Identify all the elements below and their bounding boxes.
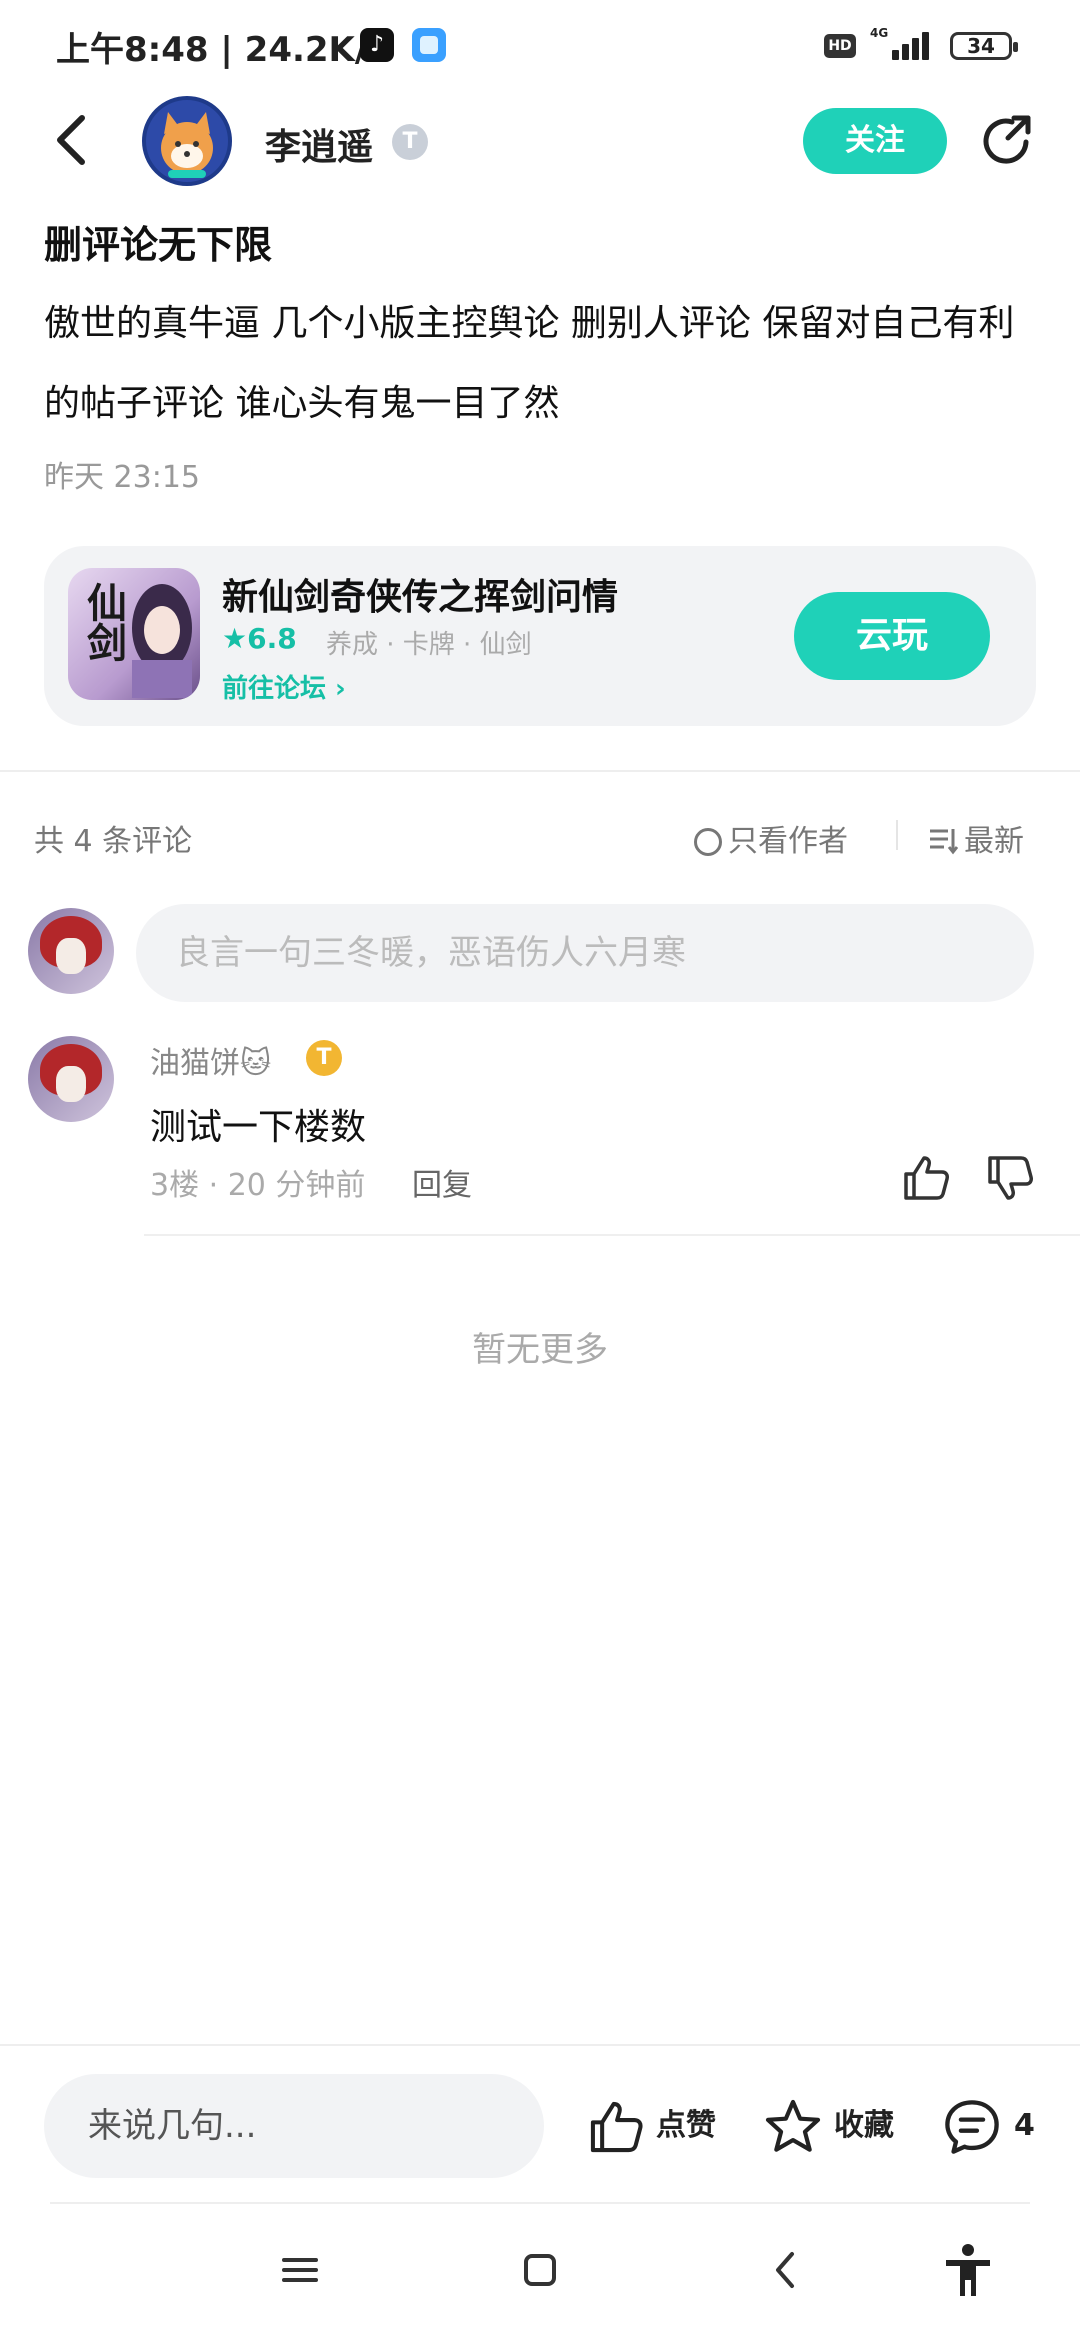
author-avatar[interactable] — [142, 96, 232, 186]
accessibility-icon — [946, 2244, 990, 2296]
star-icon — [765, 2099, 821, 2152]
nav-divider — [50, 2202, 1030, 2204]
home-square-icon — [524, 2254, 556, 2286]
accessibility-button[interactable] — [938, 2240, 998, 2300]
comment-count-badge: 4 — [1014, 2108, 1035, 2143]
network-type: 4G — [870, 26, 889, 40]
forum-link[interactable]: 前往论坛 › — [222, 668, 346, 705]
section-divider — [0, 770, 1080, 772]
status-time-speed: 上午8:48 | 24.2K/s — [56, 30, 388, 70]
like-button[interactable]: 点赞 — [586, 2090, 716, 2162]
level-badge: T — [392, 124, 428, 160]
status-bar: 上午8:48 | 24.2K/s ♪ HD 4G 34 — [0, 0, 1080, 90]
only-author-toggle[interactable]: 只看作者 — [694, 816, 848, 860]
radio-circle-icon — [694, 828, 722, 856]
comment-text: 测试一下楼数 — [150, 1107, 367, 1148]
reply-button[interactable]: 回复 — [412, 1160, 472, 1204]
chevron-left-icon — [776, 2252, 794, 2288]
tiktok-icon: ♪ — [360, 28, 394, 62]
menu-icon — [282, 2258, 318, 2282]
back-button[interactable] — [50, 110, 94, 170]
commenter-badge: T — [306, 1040, 342, 1076]
favorite-button[interactable]: 收藏 — [762, 2090, 894, 2162]
hd-icon: HD — [824, 34, 856, 58]
commenter-avatar[interactable] — [28, 1036, 114, 1122]
app-notification-icon — [412, 28, 446, 62]
follow-button[interactable]: 关注 — [803, 108, 947, 174]
back-nav-button[interactable] — [756, 2240, 816, 2300]
bottom-bar-divider — [0, 2044, 1080, 2046]
thumbs-down-icon — [988, 1156, 1033, 1200]
no-more-text: 暂无更多 — [472, 1330, 608, 1370]
game-tags: 养成 · 卡牌 · 仙剑 — [326, 630, 532, 660]
chevron-left-icon — [57, 115, 85, 165]
cloud-play-button[interactable]: 云玩 — [794, 592, 990, 680]
like-label: 点赞 — [656, 2108, 716, 2143]
post-time: 昨天 23:15 — [44, 460, 200, 495]
sort-label: 最新 — [964, 824, 1024, 859]
favorite-label: 收藏 — [834, 2108, 894, 2143]
game-icon[interactable]: 仙剑 — [68, 568, 200, 700]
comment-divider — [144, 1234, 1080, 1236]
post-body: 傲世的真牛逼 几个小版主控舆论 删别人评论 保留对自己有利的帖子评论 谁心头有鬼… — [44, 303, 1015, 424]
comment-input[interactable]: 良言一句三冬暖，恶语伤人六月寒 — [136, 904, 1034, 1002]
signal-icon: 4G — [870, 26, 934, 62]
share-button[interactable] — [978, 112, 1036, 170]
shiba-avatar-icon — [161, 112, 213, 178]
current-user-avatar — [28, 908, 114, 994]
comment-dislike-button[interactable] — [984, 1152, 1036, 1204]
thumbs-up-icon — [904, 1156, 949, 1200]
comment-meta: 3楼 · 20 分钟前 — [150, 1168, 366, 1203]
home-nav-button[interactable] — [510, 2240, 570, 2300]
game-rating: ★6.8 — [222, 622, 297, 655]
game-name: 新仙剑奇侠传之挥剑问情 — [222, 577, 619, 618]
comment-count: 共 4 条评论 — [34, 824, 193, 859]
character-portrait-icon — [132, 584, 192, 698]
commenter-name[interactable]: 油猫饼🐱 — [150, 1038, 271, 1082]
game-card[interactable]: 仙剑 新仙剑奇侠传之挥剑问情 ★6.8 养成 · 卡牌 · 仙剑 前往论坛 › … — [44, 546, 1036, 726]
header-separator — [896, 820, 898, 850]
comments-button[interactable]: 4 — [940, 2090, 1035, 2162]
battery-icon: 34 — [950, 32, 1018, 60]
comment-like-button[interactable] — [900, 1152, 952, 1204]
menu-nav-button[interactable] — [270, 2240, 330, 2300]
sort-button[interactable]: 最新 — [928, 816, 1024, 860]
bottom-comment-input[interactable]: 来说几句... — [44, 2074, 544, 2178]
sort-icon — [930, 829, 959, 855]
only-author-label: 只看作者 — [728, 824, 848, 859]
comment-bubble-icon — [945, 2099, 999, 2154]
post-title: 删评论无下限 — [44, 223, 273, 267]
author-name[interactable]: 李逍遥 — [265, 118, 373, 170]
thumbs-up-icon — [590, 2101, 643, 2152]
share-icon — [983, 115, 1031, 164]
